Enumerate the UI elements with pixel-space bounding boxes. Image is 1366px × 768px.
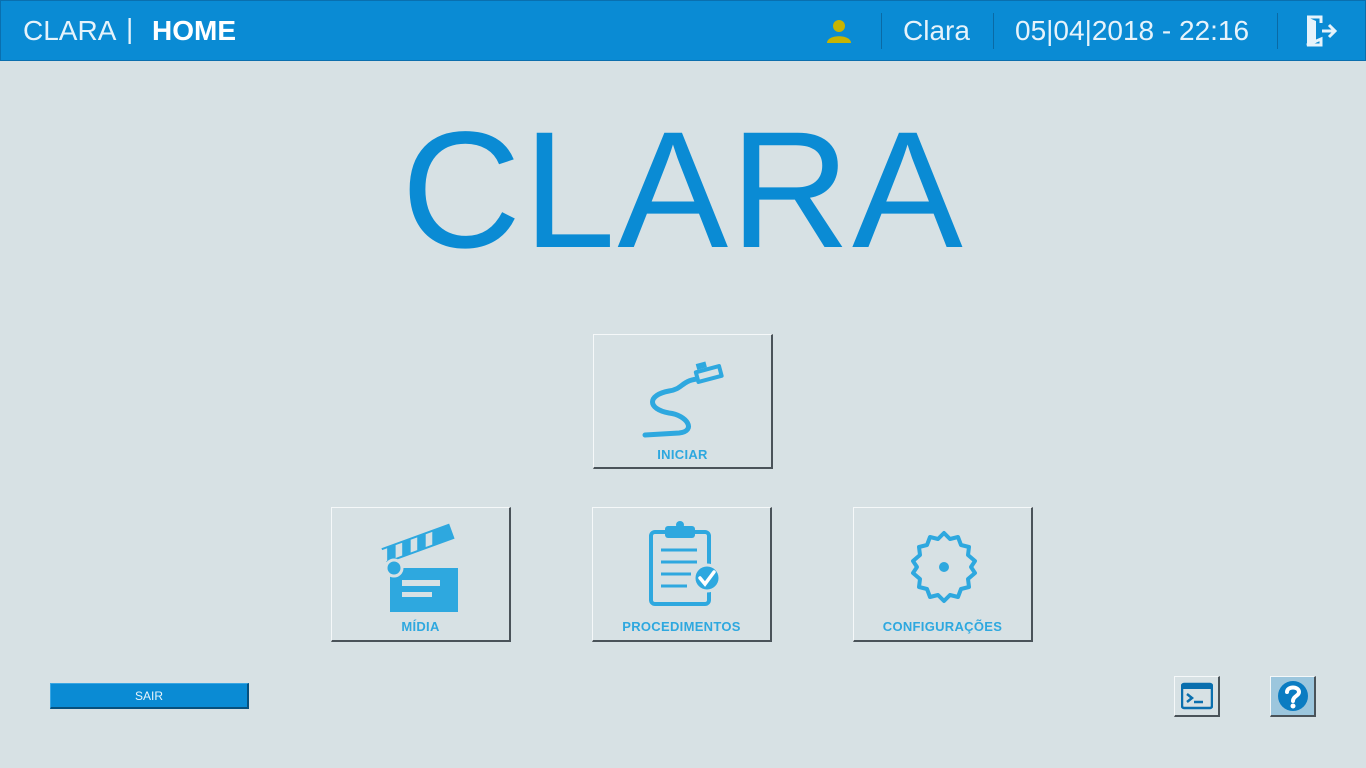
- settings-tile[interactable]: CONFIGURAÇÕES: [853, 507, 1033, 642]
- tile-label: CONFIGURAÇÕES: [882, 619, 1003, 634]
- help-icon: [1278, 681, 1308, 711]
- media-tile[interactable]: MÍDIA: [331, 507, 511, 642]
- endoscope-icon: [642, 361, 724, 438]
- logout-icon[interactable]: [1304, 15, 1338, 47]
- tile-label: PROCEDIMENTOS: [622, 619, 741, 634]
- top-bar: CLARA | HOME Clara 05|04|2018 - 22:16: [0, 0, 1366, 61]
- header-divider: [881, 13, 882, 49]
- user-name: Clara: [903, 15, 970, 46]
- gear-icon: [911, 531, 977, 603]
- start-tile[interactable]: INICIAR: [593, 334, 773, 469]
- exit-button[interactable]: SAIR: [50, 683, 249, 709]
- procedures-tile[interactable]: PROCEDIMENTOS: [592, 507, 772, 642]
- terminal-icon: [1181, 682, 1213, 710]
- hero-title: CLARA: [401, 98, 965, 283]
- clipboard-check-icon: [649, 521, 722, 606]
- page-title: HOME: [152, 15, 236, 46]
- help-button[interactable]: [1270, 676, 1316, 717]
- title-separator: |: [126, 13, 134, 44]
- datetime: 05|04|2018 - 22:16: [1015, 15, 1250, 46]
- app-name: CLARA: [23, 15, 117, 46]
- clapperboard-icon: [380, 523, 458, 612]
- tile-label: MÍDIA: [401, 619, 440, 634]
- header-divider: [1277, 13, 1278, 49]
- user-icon: [827, 20, 851, 43]
- terminal-button[interactable]: [1174, 676, 1220, 717]
- tile-label: INICIAR: [657, 447, 708, 462]
- header-divider: [993, 13, 994, 49]
